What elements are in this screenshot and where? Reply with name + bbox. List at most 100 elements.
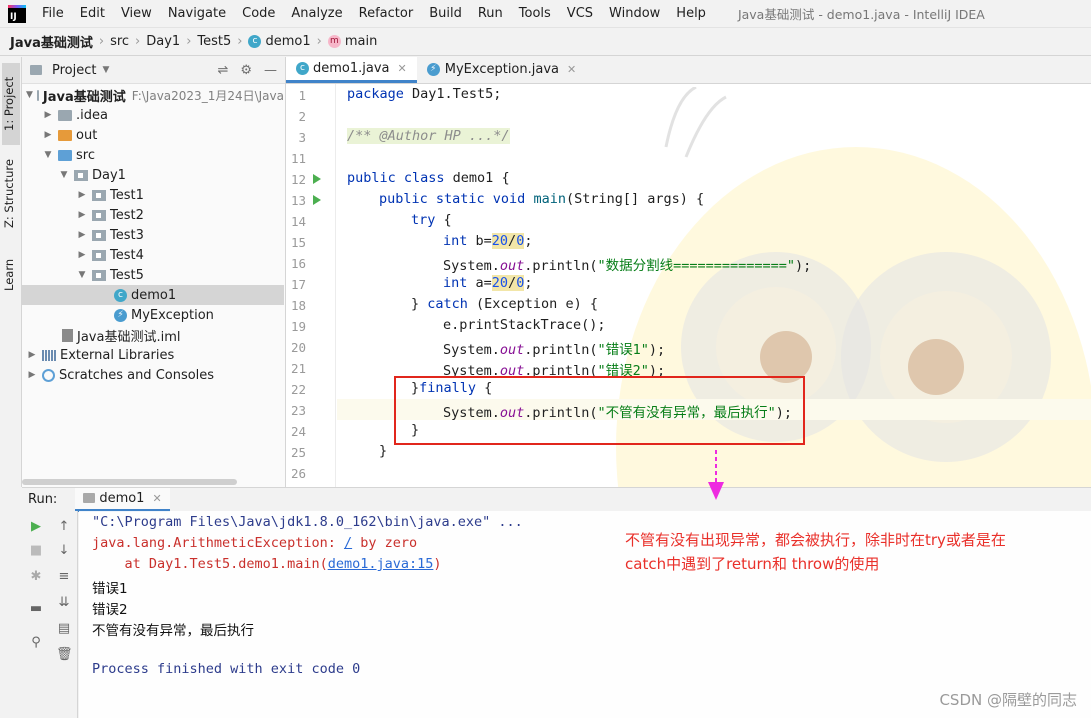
line-number: 1 <box>298 88 306 103</box>
crumb-src[interactable]: src <box>110 34 129 49</box>
class-icon: c <box>248 35 262 48</box>
tree-label: Test2 <box>110 207 144 223</box>
tree-label: Test4 <box>110 247 144 263</box>
project-panel-title[interactable]: Project <box>52 63 96 78</box>
breadcrumb: Java基础测试 › src › Day1 › Test5 › c demo1 … <box>0 28 1091 56</box>
collapse-arrow-icon[interactable]: ▶ <box>76 250 88 260</box>
tree-item-external-libraries[interactable]: ▶ External Libraries <box>22 345 284 365</box>
line-gutter[interactable]: 1 2 3 11 12 13 14 15 16 17 18 19 20 21 2… <box>286 84 336 487</box>
tool-tab-project[interactable]: 1: Project <box>2 63 20 145</box>
hide-icon[interactable]: — <box>264 63 277 78</box>
menu-help[interactable]: Help <box>668 6 714 21</box>
up-arrow-icon[interactable]: ↑ <box>56 519 72 535</box>
tool-tab-learn[interactable]: Learn <box>2 245 20 305</box>
layout-icon[interactable]: ▬ <box>28 601 44 617</box>
menu-file[interactable]: File <box>34 6 72 21</box>
line-number: 2 <box>298 109 306 124</box>
tree-label: Java基础测试.iml <box>77 329 181 345</box>
code-line-18: } catch (Exception e) { <box>411 296 598 312</box>
stop-icon[interactable]: ■ <box>28 543 44 559</box>
menu-window[interactable]: Window <box>601 6 668 21</box>
crumb-demo1[interactable]: demo1 <box>265 34 310 49</box>
run-gutter-icon[interactable] <box>313 174 321 184</box>
tree-item-demo1[interactable]: c demo1 <box>22 285 284 305</box>
tree-item-day1[interactable]: ▼ Day1 <box>22 165 284 185</box>
close-icon[interactable]: ✕ <box>398 62 407 75</box>
tree-item-src[interactable]: ▼ src <box>22 145 284 165</box>
collapse-arrow-icon[interactable]: ▶ <box>76 210 88 220</box>
tree-label: Java基础测试 <box>42 89 126 105</box>
menu-navigate[interactable]: Navigate <box>160 6 234 21</box>
down-arrow-icon[interactable]: ↓ <box>56 543 72 559</box>
tree-label: out <box>76 127 98 143</box>
project-panel: Project ▼ ⇌ ⚙ — ▼ Java基础测试 F:\Java2023_1… <box>22 57 286 487</box>
tree-label: Day1 <box>92 167 126 183</box>
horizontal-scrollbar[interactable] <box>22 479 237 485</box>
code-line-3: /** @Author HP ...*/ <box>347 128 510 144</box>
trash-icon[interactable]: 🗑 <box>56 647 73 663</box>
collapse-arrow-icon[interactable]: ▶ <box>76 230 88 240</box>
crumb-main[interactable]: main <box>345 34 377 49</box>
crumb-day1[interactable]: Day1 <box>146 34 180 49</box>
expand-arrow-icon[interactable]: ▼ <box>76 270 88 280</box>
tool-tab-structure[interactable]: Z: Structure <box>2 149 20 239</box>
tree-item-scratches[interactable]: ▶ Scratches and Consoles <box>22 365 284 385</box>
chevron-right-icon: › <box>135 34 141 49</box>
line-number: 25 <box>290 445 306 460</box>
tree-item-myexception[interactable]: ⚡ MyException <box>22 305 284 325</box>
menu-edit[interactable]: Edit <box>72 6 113 21</box>
chevron-down-icon[interactable]: ▼ <box>102 65 109 75</box>
code-line-25: } <box>379 443 388 459</box>
window-title: Java基础测试 - demo1.java - IntelliJ IDEA <box>737 7 985 22</box>
output-folder-icon <box>58 129 72 141</box>
tree-item-out[interactable]: ▶ out <box>22 125 284 145</box>
menu-tools[interactable]: Tools <box>511 6 559 21</box>
tree-item-project-root[interactable]: ▼ Java基础测试 F:\Java2023_1月24日\Java <box>22 85 284 105</box>
run-tab-demo1[interactable]: demo1 ✕ <box>75 487 170 512</box>
run-toolbar: ▶ ↑ ■ ↓ ✱ ≡ ▬ ⇊ ▤ ⚲ 🗑 <box>22 511 78 718</box>
menu-code[interactable]: Code <box>234 6 283 21</box>
line-number: 3 <box>298 130 306 145</box>
package-icon <box>92 209 106 221</box>
collapse-arrow-icon[interactable]: ▶ <box>76 190 88 200</box>
tree-item-iml[interactable]: Java基础测试.iml <box>22 325 284 345</box>
chevron-right-icon: › <box>98 34 105 49</box>
gear-icon[interactable]: ⚙ <box>240 63 252 78</box>
menu-refactor[interactable]: Refactor <box>351 6 422 21</box>
close-icon[interactable]: ✕ <box>152 492 161 505</box>
tree-item-idea[interactable]: ▶ .idea <box>22 105 284 125</box>
scroll-to-end-icon[interactable]: ⇊ <box>56 595 72 611</box>
debug-icon[interactable]: ✱ <box>28 569 44 585</box>
expand-arrow-icon[interactable]: ▼ <box>58 170 70 180</box>
tree-item-test2[interactable]: ▶ Test2 <box>22 205 284 225</box>
print-icon[interactable]: ▤ <box>56 621 72 637</box>
run-gutter-icon[interactable] <box>313 195 321 205</box>
tab-myexception[interactable]: ⚡ MyException.java ✕ <box>417 57 586 83</box>
collapse-arrow-icon[interactable]: ▶ <box>42 110 54 120</box>
expand-arrow-icon[interactable]: ▼ <box>26 90 33 100</box>
exception-link[interactable]: / <box>344 535 352 551</box>
menu-view[interactable]: View <box>113 6 160 21</box>
menu-run[interactable]: Run <box>470 6 511 21</box>
collapse-arrow-icon[interactable]: ▶ <box>26 370 38 380</box>
close-icon[interactable]: ✕ <box>567 63 576 76</box>
source-link[interactable]: demo1.java:15 <box>328 556 434 572</box>
expand-arrow-icon[interactable]: ▼ <box>42 150 54 160</box>
menu-build[interactable]: Build <box>421 6 470 21</box>
menu-analyze[interactable]: Analyze <box>283 6 350 21</box>
tree-item-test1[interactable]: ▶ Test1 <box>22 185 284 205</box>
tab-demo1[interactable]: c demo1.java ✕ <box>286 57 417 83</box>
package-icon <box>92 249 106 261</box>
collapse-all-icon[interactable]: ⇌ <box>217 63 228 78</box>
tree-item-test5[interactable]: ▼ Test5 <box>22 265 284 285</box>
collapse-arrow-icon[interactable]: ▶ <box>26 350 38 360</box>
soft-wrap-icon[interactable]: ≡ <box>56 569 72 585</box>
collapse-arrow-icon[interactable]: ▶ <box>42 130 54 140</box>
crumb-test5[interactable]: Test5 <box>197 34 231 49</box>
menu-vcs[interactable]: VCS <box>559 6 601 21</box>
pin-icon[interactable]: ⚲ <box>28 635 44 651</box>
tree-item-test3[interactable]: ▶ Test3 <box>22 225 284 245</box>
tree-item-test4[interactable]: ▶ Test4 <box>22 245 284 265</box>
crumb-project[interactable]: Java基础测试 <box>10 32 93 51</box>
rerun-icon[interactable]: ▶ <box>28 519 44 535</box>
